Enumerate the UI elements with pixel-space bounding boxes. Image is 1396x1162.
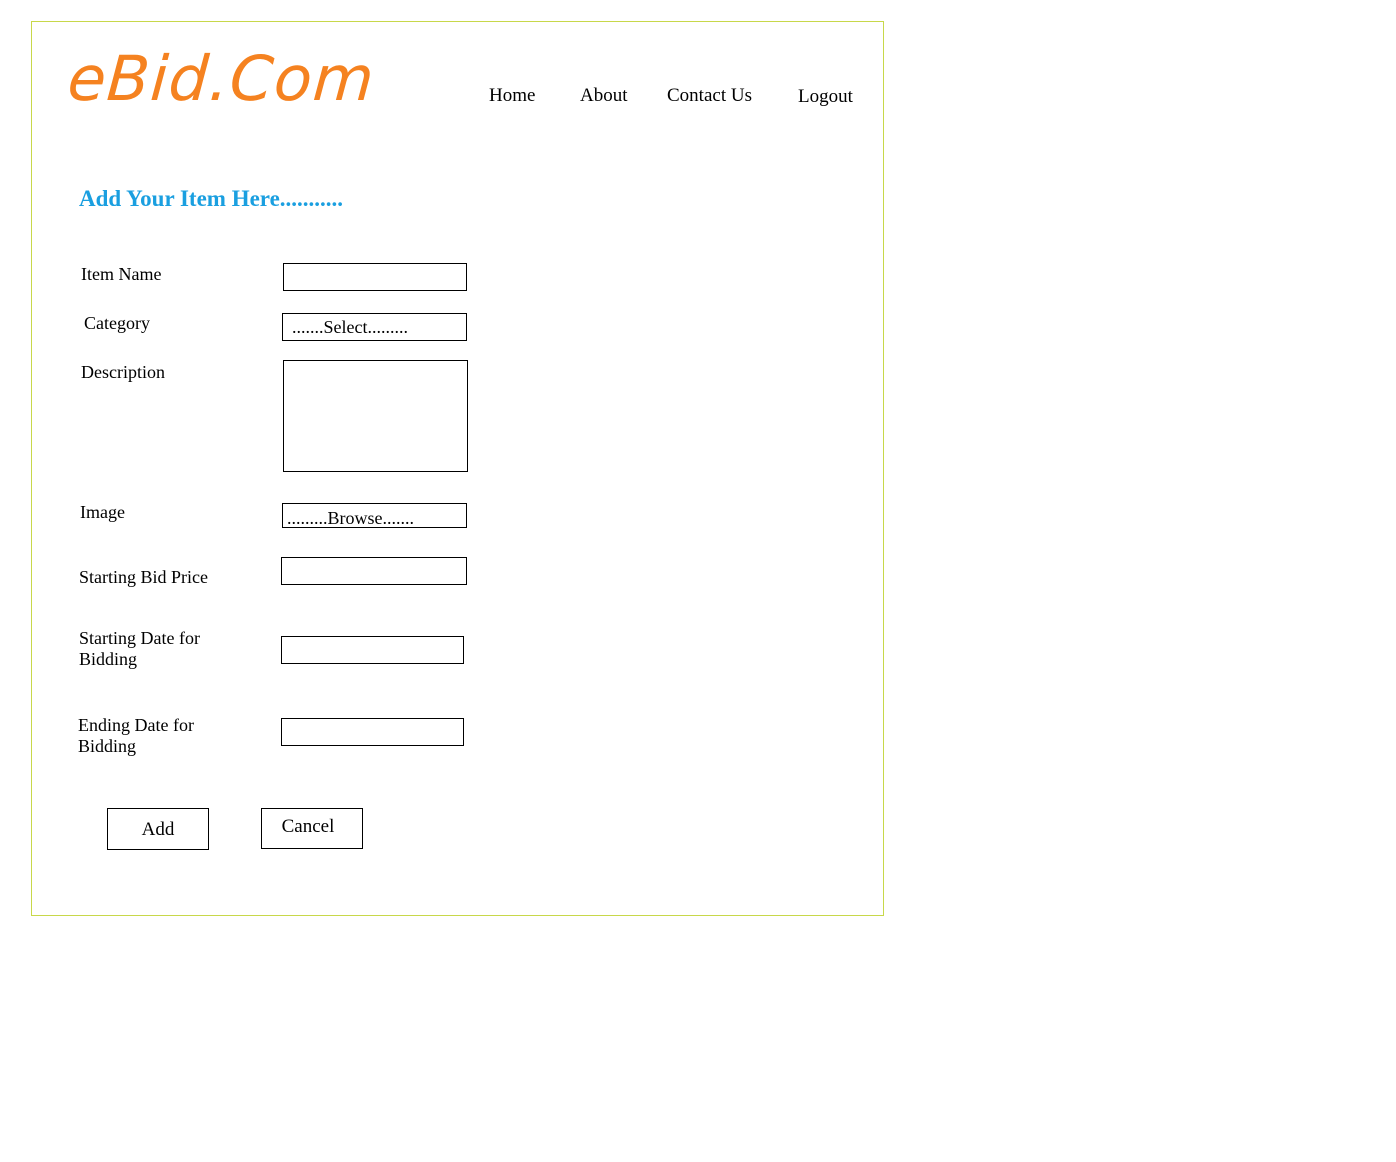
image-browse-input[interactable]: .........Browse....... (282, 503, 467, 528)
item-name-value (284, 263, 292, 283)
site-logo[interactable]: eBid.Com (65, 42, 377, 115)
start-date-label-line1: Starting Date for (79, 628, 200, 648)
start-date-label-line2: Bidding (79, 649, 138, 669)
start-date-label: Starting Date for Bidding (79, 628, 200, 670)
end-date-input[interactable] (281, 718, 464, 746)
start-date-value (282, 636, 290, 656)
category-selected-value: .......Select......... (292, 317, 408, 337)
nav-contact-us[interactable]: Contact Us (667, 86, 752, 105)
image-browse-text: .........Browse....... (287, 508, 414, 528)
cancel-button[interactable]: Cancel (261, 808, 363, 849)
end-date-value (282, 718, 290, 738)
page-title: Add Your Item Here........... (79, 186, 344, 211)
item-name-input[interactable] (283, 263, 467, 291)
start-date-input[interactable] (281, 636, 464, 664)
starting-bid-input[interactable] (281, 557, 467, 585)
starting-bid-label: Starting Bid Price (79, 567, 208, 587)
description-label: Description (81, 362, 165, 382)
nav-about[interactable]: About (580, 86, 628, 105)
nav-logout[interactable]: Logout (798, 87, 853, 106)
end-date-label: Ending Date for Bidding (78, 715, 194, 757)
end-date-label-line1: Ending Date for (78, 715, 194, 735)
category-select[interactable]: .......Select......... (282, 313, 467, 341)
nav-home[interactable]: Home (489, 86, 535, 105)
description-value (284, 360, 292, 380)
starting-bid-value (282, 557, 290, 577)
image-label: Image (80, 502, 125, 522)
category-label: Category (84, 313, 150, 333)
item-name-label: Item Name (81, 264, 162, 284)
add-button[interactable]: Add (107, 808, 209, 850)
description-textarea[interactable] (283, 360, 468, 472)
end-date-label-line2: Bidding (78, 736, 137, 756)
